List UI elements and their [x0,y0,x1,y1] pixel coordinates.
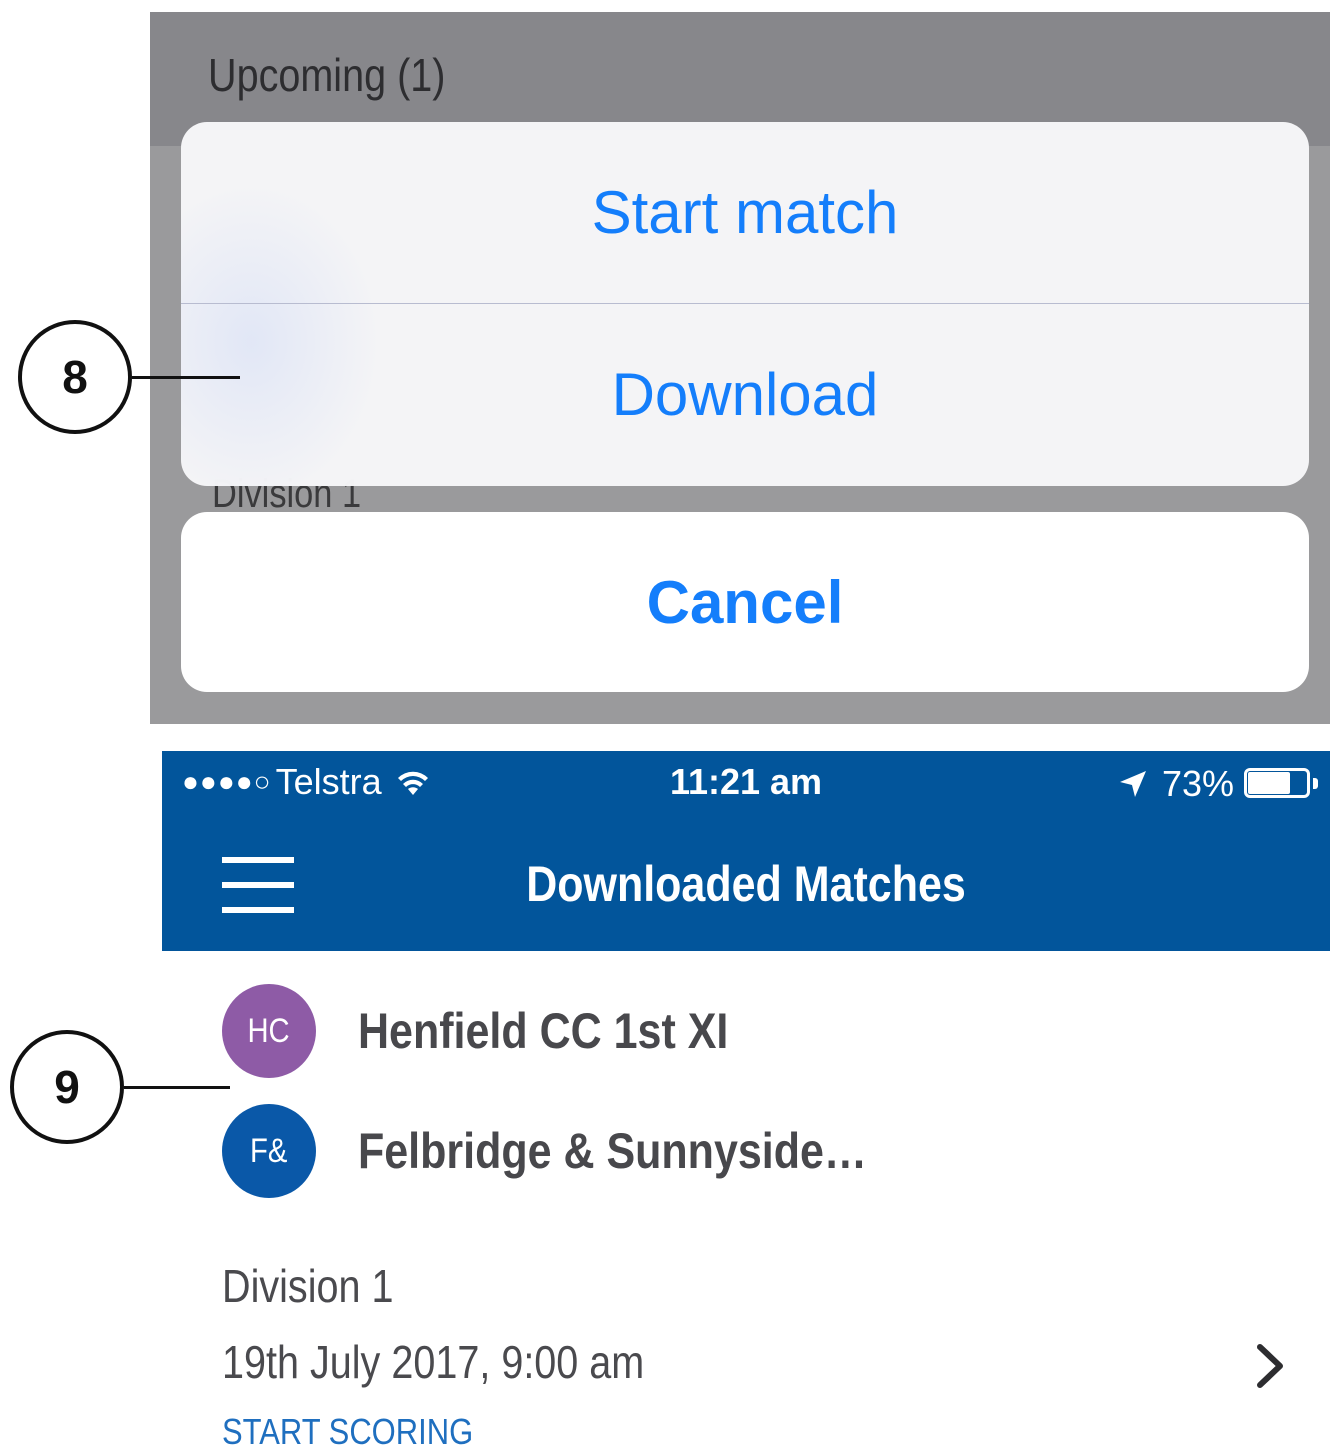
page-title: Downloaded Matches [526,856,966,912]
callout-marker-9: 9 [10,1030,124,1144]
download-button[interactable]: Download [181,304,1309,485]
callout-marker-8: 8 [18,320,132,434]
location-arrow-icon [1119,771,1146,797]
match-datetime: 19th July 2017, 9:00 am [222,1336,645,1388]
action-sheet-screenshot: Upcoming (1) Division 1 Start match Down… [150,12,1330,724]
callout-line-8 [132,376,240,379]
match-division: Division 1 [222,1260,394,1312]
callout-line-9 [124,1086,230,1089]
status-bar: ●●●●○ Telstra 11:21 am 73% [162,751,1330,819]
start-match-button[interactable]: Start match [181,122,1309,303]
home-team-avatar: HC [222,984,316,1078]
home-team-name: Henfield CC 1st XI [358,1003,729,1059]
status-right: 73% [1118,763,1318,805]
battery-percent: 73% [1161,763,1234,804]
action-sheet-group: Start match Download [181,122,1309,486]
section-title: Upcoming (1) [208,49,446,101]
cancel-button[interactable]: Cancel [181,512,1309,692]
battery-icon [1244,768,1318,800]
start-scoring-link[interactable]: START SCORING [222,1411,473,1451]
away-team-row: F& Felbridge & Sunnyside… [222,1103,950,1199]
downloaded-matches-screen: ●●●●○ Telstra 11:21 am 73% Downloaded Ma… [162,751,1330,1451]
navigation-bar: Downloaded Matches [162,819,1330,951]
chevron-right-icon[interactable] [1252,1341,1288,1391]
home-team-row: HC Henfield CC 1st XI [222,983,789,1079]
away-team-avatar: F& [222,1104,316,1198]
away-team-name: Felbridge & Sunnyside… [358,1123,867,1179]
battery-fill [1248,772,1290,794]
